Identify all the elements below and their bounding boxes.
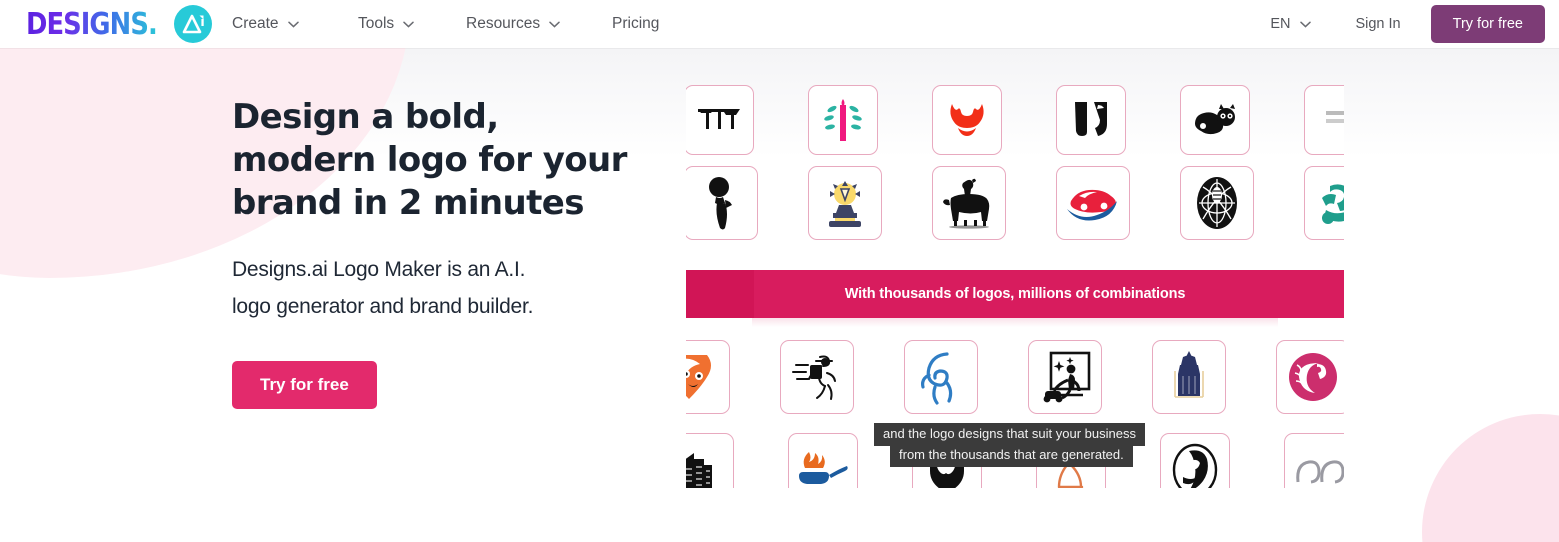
logo-card[interactable] [686,85,754,155]
nav-item-label: Tools [358,15,395,32]
nav-item-create[interactable]: Create [232,0,358,48]
pink-circle-bottom-right-large [1422,414,1559,542]
ai-monogram-icon [174,5,213,43]
sign-in-link[interactable]: Sign In [1325,16,1430,32]
logo-card[interactable] [1180,85,1250,155]
language-selector[interactable]: EN [1256,16,1325,32]
hero-text-column: Design a bold, modern logo for your bran… [232,96,662,409]
logo-showcase-grid [686,48,1344,488]
woman-portrait-oval-icon [1172,443,1218,488]
subhead-line-1: Designs.ai Logo Maker is an A.I. [232,258,526,281]
logo-grid-row [686,166,1344,240]
logo-card[interactable] [686,166,758,240]
orange-tiger-shield-icon [686,355,711,399]
logo-grid-row [686,340,1344,414]
yellow-lamp-chess-icon [829,181,861,227]
logo-card[interactable] [1056,85,1126,155]
logo-card[interactable] [1056,166,1130,240]
pink-fountain-tree-icon [824,99,862,141]
try-for-free-hero-button[interactable]: Try for free [232,361,377,409]
nav-right-group: EN Sign In Try for free [1256,0,1545,48]
hero-subheading: Designs.ai Logo Maker is an A.I. logo ge… [232,251,662,325]
nav-links-group: Create Tools Resources Pricing [232,0,659,48]
teal-scooter-icon [1322,184,1344,224]
flaming-pan-icon [799,452,848,484]
logo-card[interactable] [686,433,734,488]
black-cat-face-icon [1195,104,1235,135]
logo-card[interactable] [1304,85,1344,155]
logo-card[interactable] [808,85,878,155]
logo-card[interactable] [1028,340,1102,414]
logo-card[interactable] [808,166,882,240]
chevron-down-icon [403,21,414,28]
gray-double-loop-icon [1296,460,1344,484]
logo-card[interactable] [1152,340,1226,414]
black-letter-v-icon [1075,102,1107,136]
promo-banner-text: With thousands of logos, millions of com… [844,286,1186,302]
logo-card[interactable] [686,340,730,414]
nav-item-label: Create [232,15,279,32]
nav-item-label: Pricing [612,15,660,32]
logo-card[interactable] [1304,166,1344,240]
subhead-line-2: logo generator and brand builder. [232,295,534,318]
logo-card[interactable] [780,340,854,414]
chevron-down-icon [287,21,299,28]
headline-line-2: modern logo for your [232,140,627,180]
chevron-down-icon [549,21,560,28]
headline-line-3: brand in 2 minutes [232,183,584,223]
tables-chairs-logo-icon [698,109,740,129]
brand-logo[interactable]: DESIGNS. [26,3,213,45]
logo-card[interactable] [932,85,1002,155]
red-car-swoosh-icon [1067,189,1117,221]
nav-item-resources[interactable]: Resources [466,0,612,48]
red-crown-antlers-icon [950,104,984,136]
pink-swan-circle-icon [1289,353,1337,401]
banner-glow [752,318,1278,327]
logo-grid-row [686,85,1344,155]
logo-card[interactable] [1180,166,1254,240]
brand-wordmark: DESIGNS. [26,6,158,42]
chevron-down-icon [1300,21,1312,28]
logo-card[interactable] [1276,340,1344,414]
blue-elephant-line-icon [921,352,953,405]
cow-rooster-farm-icon [943,178,990,229]
tooltip-line-1: and the logo designs that suit your busi… [874,423,1145,446]
floor-cleaner-icon [1043,351,1091,403]
logo-card[interactable] [904,340,978,414]
nav-item-label: Resources [466,15,541,32]
headline-line-1: Design a bold, [232,97,499,137]
running-delivery-man-icon [792,355,836,400]
logo-card[interactable] [1160,433,1230,488]
city-skyline-icon [686,453,712,488]
try-for-free-nav-button[interactable]: Try for free [1430,5,1545,43]
afro-woman-silhouette-icon [709,177,732,230]
nav-item-tools[interactable]: Tools [358,0,466,48]
logo-card[interactable] [1284,433,1344,488]
navy-building-tower-icon [1174,351,1204,398]
promo-banner: With thousands of logos, millions of com… [686,270,1344,318]
nav-item-pricing[interactable]: Pricing [612,0,659,48]
language-label: EN [1270,16,1291,32]
black-oval-engraving-icon [1197,177,1237,229]
partial-card-icon [1326,111,1344,123]
tooltip-line-2: from the thousands that are generated. [890,444,1133,467]
logo-card[interactable] [788,433,858,488]
top-navigation-bar: DESIGNS. Create Tools Resources Pricing … [0,0,1559,48]
page-title: Design a bold, modern logo for your bran… [232,96,662,225]
logo-card[interactable] [932,166,1006,240]
